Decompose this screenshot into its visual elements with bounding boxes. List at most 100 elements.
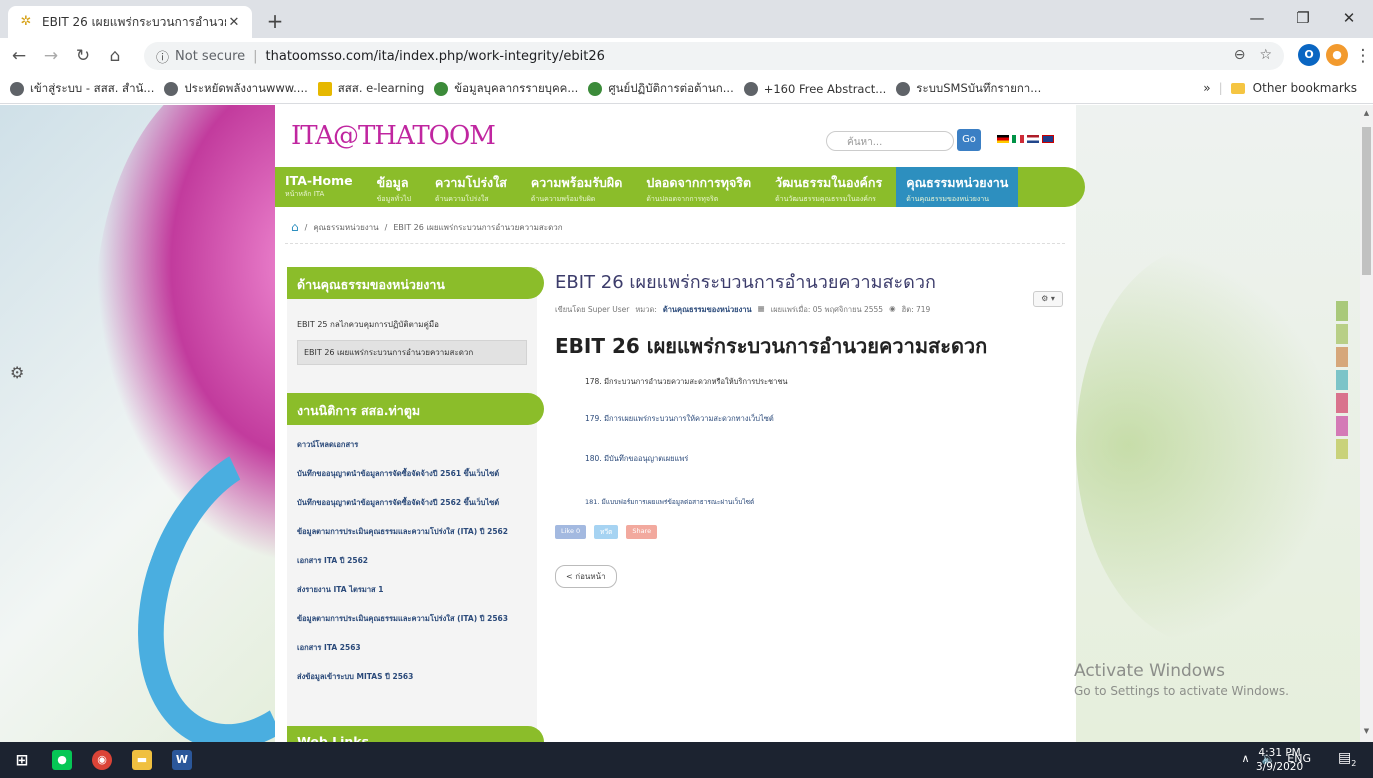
more-bookmarks-button[interactable]: »	[1203, 81, 1210, 95]
other-bookmarks-button[interactable]: Other bookmarks	[1253, 81, 1357, 95]
article-tools-button[interactable]: ⚙ ▾	[1033, 291, 1063, 307]
german-flag-icon[interactable]	[997, 135, 1009, 143]
swatch[interactable]	[1336, 416, 1348, 436]
sidebar-link[interactable]: เอกสาร ITA 2563	[297, 634, 527, 663]
reload-icon[interactable]: ↻	[70, 43, 96, 69]
page-viewport: ⚙ ITA@THATOOM ค้นหา... Go ITA-Home หน้าหล…	[0, 105, 1360, 742]
bookmark-item[interactable]: เข้าสู่ระบบ - สสส. สำนั...	[10, 80, 154, 98]
italian-flag-icon[interactable]	[1012, 135, 1024, 143]
swatch[interactable]	[1336, 347, 1348, 367]
browser-tab[interactable]: ✲ EBIT 26 เผยแพร่กระบวนการอำนวยค ✕	[8, 6, 252, 38]
windows-start-icon[interactable]: ⊞	[12, 750, 32, 770]
tweet-button[interactable]: ทวีต	[594, 525, 619, 539]
facebook-like-button[interactable]: Like 0	[555, 525, 587, 539]
sidebar-link[interactable]: ส่งรายงาน ITA ไตรมาส 1	[297, 576, 527, 605]
sidebar-link[interactable]: บันทึกขออนุญาตนำข้อมูลการจัดซื้อจัดจ้างป…	[297, 489, 527, 518]
article-item-link[interactable]: 180. มีบันทึกขออนุญาตเผยแพร่	[585, 453, 1055, 465]
article-item-link[interactable]: 181. มีแบบฟอร์มการเผยแพร่ข้อมูลต่อสาธารณ…	[585, 497, 1055, 507]
globe-icon	[896, 81, 911, 96]
swatch[interactable]	[1336, 324, 1348, 344]
style-switcher[interactable]	[1336, 301, 1348, 462]
bookmark-item[interactable]: ศูนย์ปฏิบัติการต่อต้านก...	[588, 80, 734, 98]
swatch[interactable]	[1336, 301, 1348, 321]
sidebar-link[interactable]: ข้อมูลตามการประเมินคุณธรรมและความโปร่งใส…	[297, 518, 527, 547]
profile-avatar-icon[interactable]: ●	[1326, 44, 1348, 66]
sidebar-link-active[interactable]: EBIT 26 เผยแพร่กระบวนการอำนวยความสะดวก	[297, 340, 527, 365]
article-meta: เขียนโดย Super User หมวด: ด้านคุณธรรมของ…	[555, 304, 1055, 316]
uk-flag-icon[interactable]	[1042, 135, 1054, 143]
new-tab-button[interactable]: +	[262, 9, 288, 35]
nav-item-accountability[interactable]: ความพร้อมรับผิด ด้านความพร้อมรับผิด	[521, 167, 622, 207]
article-item-link[interactable]: 179. มีการเผยแพร่กระบวนการให้ความสะดวกทา…	[585, 413, 1055, 425]
bookmark-item[interactable]: ประหยัดพลังงานwww....	[164, 80, 308, 98]
swatch[interactable]	[1336, 370, 1348, 390]
breadcrumb-separator: /	[384, 222, 388, 232]
swatch[interactable]	[1336, 393, 1348, 413]
bookmark-item[interactable]: ระบบSMSบันทึกรายกา...	[896, 80, 1041, 98]
site-container: ITA@THATOOM ค้นหา... Go ITA-Home หน้าหลัก…	[275, 105, 1085, 742]
sidebar-link[interactable]: EBIT 25 กลไกควบคุมการปฏิบัติตามคู่มือ	[297, 313, 527, 336]
category-link[interactable]: ด้านคุณธรรมของหน่วยงาน	[663, 304, 752, 316]
scroll-down-icon[interactable]: ▼	[1360, 727, 1373, 735]
site-logo[interactable]: ITA@THATOOM	[291, 121, 496, 151]
language-flags	[997, 135, 1054, 143]
bookmark-item[interactable]: สสส. e-learning	[317, 80, 424, 98]
sidebar-link[interactable]: บันทึกขออนุญาตนำข้อมูลการจัดซื้อจัดจ้างป…	[297, 460, 527, 489]
close-icon[interactable]: ✕	[226, 15, 242, 30]
sidebar-link[interactable]: เอกสาร ITA ปี 2562	[297, 547, 527, 576]
nav-item-transparency[interactable]: ความโปร่งใส ด้านความโปร่งใส	[425, 167, 507, 207]
article-title[interactable]: EBIT 26 เผยแพร่กระบวนการอำนวยความสะดวก	[555, 267, 1055, 296]
back-icon[interactable]: ←	[6, 43, 32, 69]
breadcrumb-link[interactable]: คุณธรรมหน่วยงาน	[313, 221, 378, 234]
sidebar-link[interactable]: ส่งข้อมูลเข้าระบบ MITAS ปี 2563	[297, 663, 527, 692]
sidebar-link[interactable]: ดาวน์โหลดเอกสาร	[297, 431, 527, 460]
page-scrollbar[interactable]: ▲ ▼	[1360, 105, 1373, 742]
sidebar-menu: ดาวน์โหลดเอกสาร บันทึกขออนุญาตนำข้อมูลกา…	[287, 425, 537, 698]
scroll-up-icon[interactable]: ▲	[1360, 109, 1373, 117]
url-separator: |	[253, 48, 258, 64]
nav-item-info[interactable]: ข้อมูล ข้อมูลทั่วไป	[367, 167, 411, 207]
nav-item-anti-corruption[interactable]: ปลอดจากการทุจริต ด้านปลอดจากการทุจริต	[636, 167, 751, 207]
category-label: หมวด:	[635, 305, 657, 314]
info-icon[interactable]: ⓘ	[156, 47, 169, 66]
clock[interactable]: 4:31 PM 3/9/2020	[1256, 746, 1303, 774]
home-icon[interactable]: ⌂	[102, 43, 128, 69]
activate-windows-watermark: Activate Windows Go to Settings to activ…	[1074, 661, 1289, 698]
notification-icon[interactable]: ▤2	[1338, 750, 1356, 768]
dutch-flag-icon[interactable]	[1027, 135, 1039, 143]
gear-icon[interactable]: ⚙	[10, 363, 24, 382]
bookmark-item[interactable]: ข้อมูลบุคลากรรายบุคค...	[434, 80, 578, 98]
menu-kebab-icon[interactable]: ⋮	[1350, 43, 1373, 69]
hits: ฮิต: 719	[901, 305, 931, 314]
globe-icon	[164, 81, 179, 96]
nav-item-integrity[interactable]: คุณธรรมหน่วยงาน ด้านคุณธรรมของหน่วยงาน	[896, 167, 1019, 207]
file-explorer-icon[interactable]: ▬	[132, 750, 152, 770]
url-text: thatoomsso.com/ita/index.php/work-integr…	[265, 48, 605, 64]
chrome-icon[interactable]: ◉	[92, 750, 112, 770]
extension-icon[interactable]: O	[1298, 44, 1320, 66]
line-app-icon[interactable]: ●	[52, 750, 72, 770]
search-input[interactable]: ค้นหา...	[826, 131, 954, 151]
sss-logo-icon	[317, 81, 332, 96]
nav-item-culture[interactable]: วัฒนธรรมในองค์กร ด้านวัฒนธรรมคุณธรรมในองค…	[765, 167, 882, 207]
article-items: 178. มีกระบวนการอำนวยความสะดวกหรือให้บริ…	[555, 376, 1055, 507]
chevron-up-icon[interactable]: ∧	[1242, 752, 1250, 765]
sidebar-link[interactable]: ข้อมูลตามการประเมินคุณธรรมและความโปร่งใส…	[297, 605, 527, 634]
nav-item-ita-home[interactable]: ITA-Home หน้าหลัก ITA	[275, 167, 353, 207]
globe-icon	[10, 81, 24, 96]
restore-icon[interactable]: ❐	[1280, 0, 1326, 38]
home-icon[interactable]: ⌂	[291, 220, 299, 234]
word-icon[interactable]: W	[172, 750, 192, 770]
search-go-button[interactable]: Go	[957, 129, 981, 151]
forward-icon[interactable]: →	[38, 43, 64, 69]
minimize-icon[interactable]: —	[1234, 0, 1280, 38]
previous-button[interactable]: < ก่อนหน้า	[555, 565, 617, 588]
address-bar[interactable]: ⓘ Not secure | thatoomsso.com/ita/index.…	[144, 42, 1284, 70]
bookmark-star-icon[interactable]: ☆	[1259, 47, 1272, 63]
scroll-thumb[interactable]	[1362, 127, 1371, 275]
swatch[interactable]	[1336, 439, 1348, 459]
share-button[interactable]: Share	[626, 525, 658, 539]
zoom-icon[interactable]: ⊖	[1234, 47, 1246, 63]
close-window-icon[interactable]: ✕	[1326, 0, 1372, 38]
bookmark-item[interactable]: +160 Free Abstract...	[743, 81, 886, 96]
